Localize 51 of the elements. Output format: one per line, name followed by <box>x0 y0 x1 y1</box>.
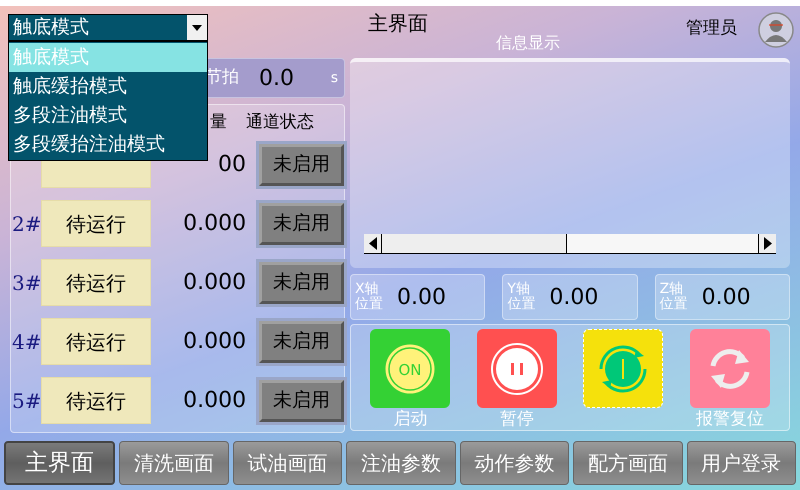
control-label: 启动 <box>393 408 428 430</box>
nav-tab[interactable]: 清洗画面 <box>119 441 229 485</box>
dropdown-option[interactable]: 多段缓抬注油模式 <box>9 130 207 159</box>
axis-value: 0.00 <box>397 284 446 312</box>
channel-value: 00 <box>217 151 246 179</box>
status-badge: 待运行 <box>41 377 152 424</box>
control-label: 报警复位 <box>696 408 764 430</box>
reset-button[interactable] <box>690 329 770 408</box>
scrollbar-thumb[interactable] <box>382 234 567 253</box>
nav-tab[interactable]: 动作参数 <box>460 441 570 485</box>
control-label: 暂停 <box>500 408 534 430</box>
cycle-value: 0.0 <box>259 64 294 92</box>
channel-number: 4# <box>11 328 41 356</box>
horizontal-scrollbar[interactable] <box>364 234 776 254</box>
column-header: 通道状态 <box>246 110 314 134</box>
user-name: 管理员 <box>686 17 737 40</box>
dropdown-option[interactable]: 触底缓抬模式 <box>9 72 207 101</box>
user-avatar-icon[interactable] <box>758 12 794 48</box>
channel-value: 0.000 <box>182 328 246 356</box>
cycle-button[interactable] <box>583 329 664 408</box>
column-header: 量 <box>210 110 227 134</box>
channel-value: 0.000 <box>182 210 246 238</box>
status-badge: 待运行 <box>41 318 152 365</box>
nav-tab[interactable]: 注油参数 <box>346 441 456 485</box>
channel-number: 3# <box>11 270 41 296</box>
axis-label: Z轴位置 <box>660 282 688 312</box>
channel-number: 2# <box>11 210 41 238</box>
channel-number: 5# <box>11 388 41 414</box>
scroll-left-icon[interactable] <box>364 234 382 253</box>
nav-tab[interactable]: 主界面 <box>4 441 116 485</box>
pause-button[interactable] <box>476 329 557 408</box>
channel-value: 0.000 <box>182 269 246 297</box>
cycle-unit: s <box>330 68 338 88</box>
nav-tab[interactable]: 配方画面 <box>573 441 683 485</box>
scroll-right-icon[interactable] <box>758 234 776 253</box>
page-title: 主界面 <box>368 10 428 37</box>
power-on-icon: ON <box>383 342 438 396</box>
status-badge: 待运行 <box>41 259 152 306</box>
mode-dropdown[interactable]: 触底模式 <box>8 14 208 41</box>
caret-icon <box>192 24 202 30</box>
nav-tab[interactable]: 用户登录 <box>686 441 796 485</box>
axis-label: X轴位置 <box>355 282 383 312</box>
info-title: 信息显示 <box>496 32 560 54</box>
axis-label: Y轴位置 <box>507 282 536 312</box>
channel-value: 0.000 <box>182 387 246 415</box>
nav-tab[interactable]: 试油画面 <box>232 441 342 485</box>
status-badge: 待运行 <box>41 200 152 247</box>
axis-value: 0.00 <box>549 284 598 312</box>
dropdown-option[interactable]: 多段注油模式 <box>9 101 207 130</box>
axis-value: 0.00 <box>702 284 751 312</box>
pause-icon <box>490 342 544 396</box>
